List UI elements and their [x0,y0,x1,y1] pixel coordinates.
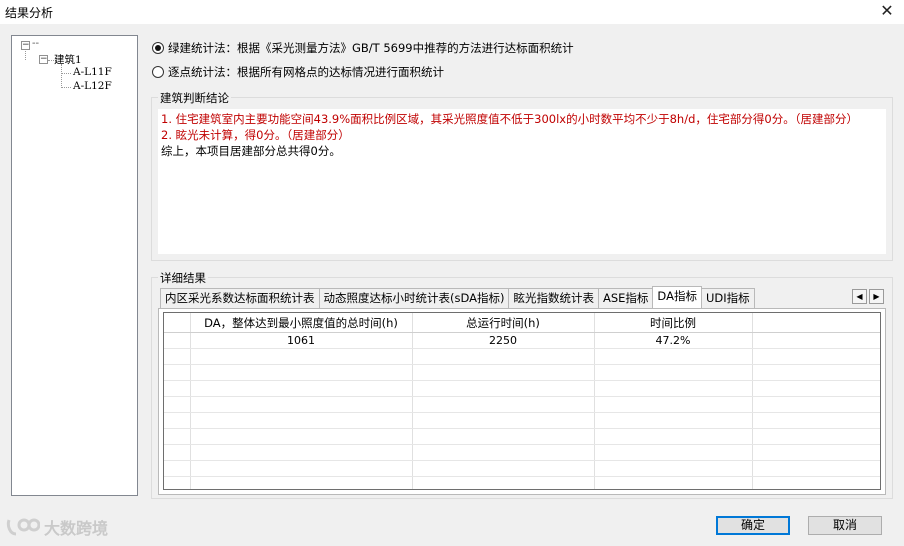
table-row-empty [164,397,880,413]
conclusion-line-1: 1. 住宅建筑室内主要功能空间43.9%面积比例区域，其采光照度值不低于300l… [161,112,858,126]
tree-item-floor[interactable]: A-L12F [73,80,112,92]
tree-item-floor[interactable]: A-L11F [73,66,112,78]
tab-da[interactable]: DA指标 [652,286,702,308]
da-results-grid[interactable]: DA，整体达到最小照度值的总时间(h) 总运行时间(h) 时间比例 1061 2… [163,312,881,490]
building-tree[interactable]: − -- − 建筑1 A-L11F A-L12F [11,35,138,496]
tab-glare[interactable]: 眩光指数统计表 [508,288,599,308]
watermark-logo-icon [6,518,40,536]
column-header[interactable]: DA，整体达到最小照度值的总时间(h) [190,313,412,333]
da-tab-panel: DA，整体达到最小照度值的总时间(h) 总运行时间(h) 时间比例 1061 2… [158,308,886,495]
window-title: 结果分析 [5,6,54,20]
table-row-empty [164,445,880,461]
watermark: 大数跨境 [6,514,108,540]
table-row[interactable]: 1061 2250 47.2% [164,333,880,349]
conclusion-line-2: 2. 眩光未计算，得0分。（居建部分） [161,128,350,142]
conclusion-textbox[interactable]: 1. 住宅建筑室内主要功能空间43.9%面积比例区域，其采光照度值不低于300l… [158,109,886,254]
tree-item-building[interactable]: 建筑1 [54,52,82,67]
watermark-text: 大数跨境 [44,519,109,538]
close-icon[interactable]: ✕ [878,1,896,21]
method-point-option[interactable]: 逐点统计法：根据所有网格点的达标情况进行面积统计 [152,64,444,80]
tab-udi[interactable]: UDI指标 [700,288,755,308]
conclusion-summary: 综上，本项目居建部分总共得0分。 [161,144,341,158]
radio-green-checked[interactable] [152,42,164,54]
title-bar: 结果分析 ✕ [0,0,904,24]
table-row-empty [164,349,880,365]
da-hours-cell: 1061 [287,334,315,347]
tree-connector [61,73,71,74]
tab-ase[interactable]: ASE指标 [597,288,654,308]
total-hours-cell: 2250 [489,334,517,347]
table-row-empty [164,381,880,397]
method-green-option[interactable]: 绿建统计法：根据《采光测量方法》GB/T 5699中推荐的方法进行达标面积统计 [152,40,574,56]
conclusion-group-label: 建筑判断结论 [158,90,231,106]
tree-connector [61,87,71,88]
collapse-icon[interactable]: − [21,41,30,50]
table-row-empty [164,365,880,381]
tab-strip: 内区采光系数达标面积统计表 动态照度达标小时统计表(sDA指标) 眩光指数统计表… [160,286,755,308]
method-point-label: 逐点统计法：根据所有网格点的达标情况进行面积统计 [168,65,444,79]
radio-point[interactable] [152,66,164,78]
column-header[interactable]: 总运行时间(h) [412,313,594,333]
cancel-button[interactable]: 取消 [808,516,882,535]
tab-sda[interactable]: 动态照度达标小时统计表(sDA指标) [318,288,510,308]
table-header-row: DA，整体达到最小照度值的总时间(h) 总运行时间(h) 时间比例 [164,313,880,333]
tree-root[interactable]: -- [32,37,39,49]
tab-inner-daylight-factor[interactable]: 内区采光系数达标面积统计表 [160,288,320,308]
ok-button[interactable]: 确定 [716,516,790,535]
tab-scroll-right-icon[interactable]: ▶ [869,289,884,304]
tab-scroll-left-icon[interactable]: ◀ [852,289,867,304]
table-row-empty [164,429,880,445]
tree-connector [61,64,62,88]
collapse-icon[interactable]: − [39,55,48,64]
time-ratio-cell: 47.2% [655,334,691,347]
tree-connector [25,51,26,60]
method-green-label: 绿建统计法：根据《采光测量方法》GB/T 5699中推荐的方法进行达标面积统计 [168,41,574,55]
table-row-empty [164,413,880,429]
details-group-label: 详细结果 [158,270,208,286]
column-header[interactable]: 时间比例 [594,313,752,333]
table-row-empty [164,461,880,477]
